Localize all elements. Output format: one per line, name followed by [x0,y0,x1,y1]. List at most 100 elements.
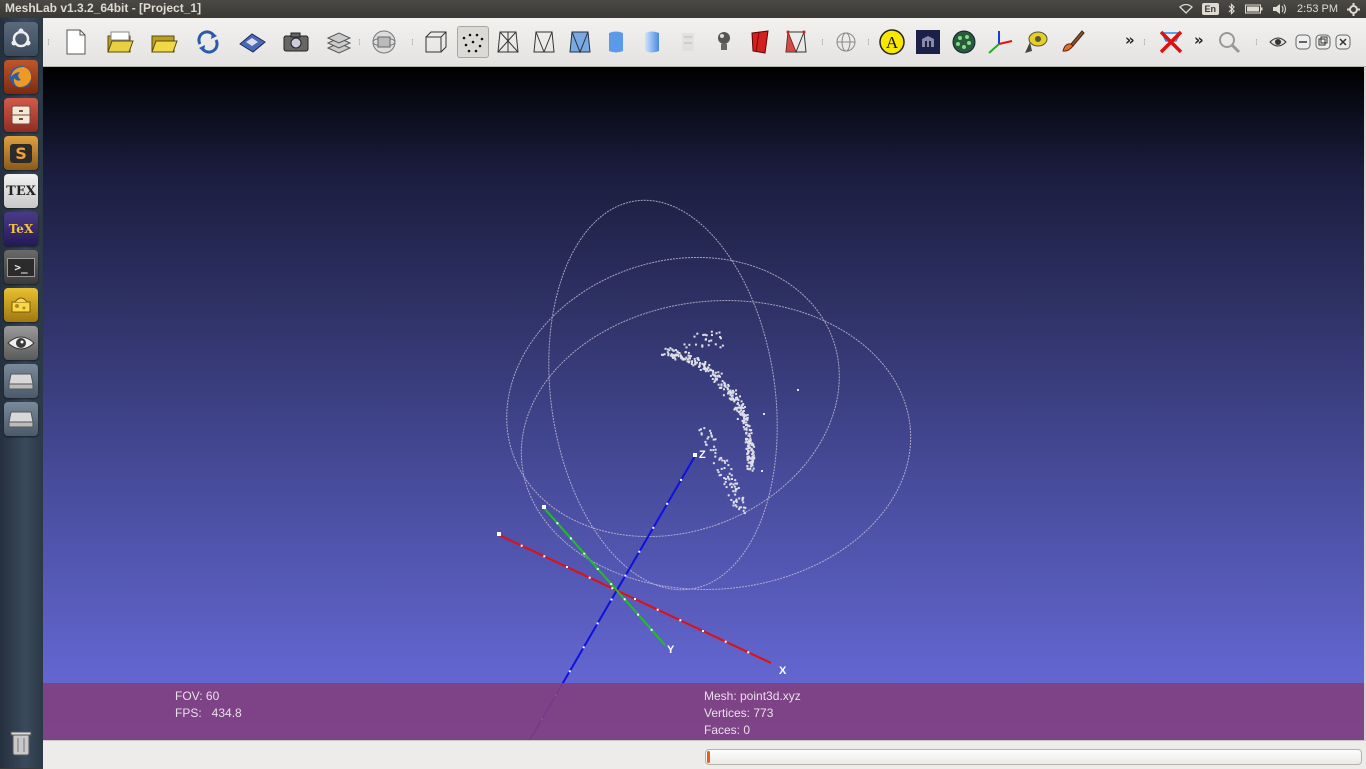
point [745,431,748,434]
point [745,427,748,430]
point [723,467,726,470]
3d-viewport[interactable]: Z Y X FOV: 60 FPS: 434.8 Mesh: point3d.x… [43,67,1364,740]
point [750,432,753,435]
point [687,354,690,357]
point [745,440,748,443]
selected-faces-icon[interactable] [781,27,811,57]
sublime-s-icon[interactable]: S [4,136,38,170]
meshlab-eye-icon[interactable] [4,326,38,360]
points-icon[interactable] [457,26,489,58]
snapshot-icon[interactable] [281,27,311,57]
light-icon[interactable] [709,27,739,57]
bluetooth-icon[interactable] [1228,3,1236,15]
search-icon[interactable] [1214,27,1244,57]
trackball-ring-2 [506,256,840,538]
annotation-icon[interactable]: A [877,27,907,57]
open-project-icon[interactable] [105,27,135,57]
trackball-reset-icon[interactable] [369,27,399,57]
point [710,339,713,342]
ubuntu-logo-icon[interactable] [4,22,38,56]
point [704,338,707,341]
tex-label: TEX [6,183,36,199]
point [735,389,737,392]
minimize-icon[interactable] [1294,27,1312,57]
delete-icon[interactable] [1156,27,1186,57]
axis-tick [702,630,704,632]
point [747,439,750,442]
axes-icon[interactable] [985,27,1015,57]
point [710,330,713,333]
layers-icon[interactable] [324,27,354,57]
view-eye-icon[interactable] [1266,27,1290,57]
trash-icon[interactable] [4,726,38,760]
file-cabinet-icon[interactable] [4,98,38,132]
paint-brush-icon[interactable] [1057,27,1087,57]
drive-icon[interactable] [4,364,38,398]
point [703,365,706,368]
point [746,418,749,421]
point [744,418,747,421]
point [715,378,718,381]
point [724,385,727,388]
texture-icon[interactable] [673,27,703,57]
session-gear-icon[interactable] [1347,2,1360,16]
hidden-lines-icon[interactable] [529,27,559,57]
point [730,499,733,501]
reload-icon[interactable] [193,27,223,57]
point [736,396,739,399]
point [748,443,751,446]
point [731,389,734,392]
flat-lines-icon[interactable] [565,27,595,57]
point [664,347,667,350]
point [752,443,755,446]
bounding-box-icon[interactable] [421,27,451,57]
open-mesh-icon[interactable] [149,27,179,57]
point [732,504,735,507]
point [737,402,739,405]
axis-tick [650,628,653,631]
new-project-icon[interactable] [61,27,91,57]
axis-tick [624,574,627,577]
point [719,457,722,460]
restore-icon[interactable] [1314,27,1332,57]
toolbar-overflow-chevron-icon[interactable]: » [1194,31,1204,49]
toolbar-separator: ⁞ [47,38,50,48]
mesh-name-label: Mesh: point3d.xyz [704,689,801,703]
trackball-ring-1 [548,199,778,591]
info-globe-icon[interactable] [831,27,861,57]
point [702,367,705,370]
save-icon[interactable] [237,27,267,57]
keyboard-layout-icon[interactable]: En [1201,3,1220,15]
point [738,404,741,407]
axis-tick [611,587,614,590]
battery-icon[interactable] [1245,4,1263,14]
terminal-icon[interactable]: >_ [4,250,38,284]
tex-icon[interactable]: TEX [4,174,38,208]
measure-icon[interactable] [1021,27,1051,57]
toolbar-overflow-chevron-icon[interactable]: » [1125,31,1135,49]
texstudio-icon[interactable]: TeX [4,212,38,246]
indicator-area: En 2:53 PM [1178,0,1360,18]
quality-icon[interactable] [949,27,979,57]
wireframe-icon[interactable] [493,27,523,57]
back-face-icon[interactable] [745,27,775,57]
axis-tick [610,583,613,586]
drive-icon[interactable] [4,402,38,436]
point [709,374,712,377]
volume-icon[interactable] [1272,3,1288,15]
point [714,438,717,441]
point [752,467,755,470]
firefox-icon[interactable] [4,60,38,94]
cheese-icon[interactable] [4,288,38,322]
texture-param-icon[interactable] [913,27,943,57]
wifi-icon[interactable] [1178,4,1193,14]
point [718,386,721,389]
axis-tick [724,640,727,643]
point [730,486,733,489]
point [678,352,681,355]
smooth-icon[interactable] [637,27,667,57]
clock[interactable]: 2:53 PM [1297,3,1338,15]
close-icon[interactable] [1334,27,1352,57]
flat-icon[interactable] [601,27,631,57]
point [743,428,746,431]
